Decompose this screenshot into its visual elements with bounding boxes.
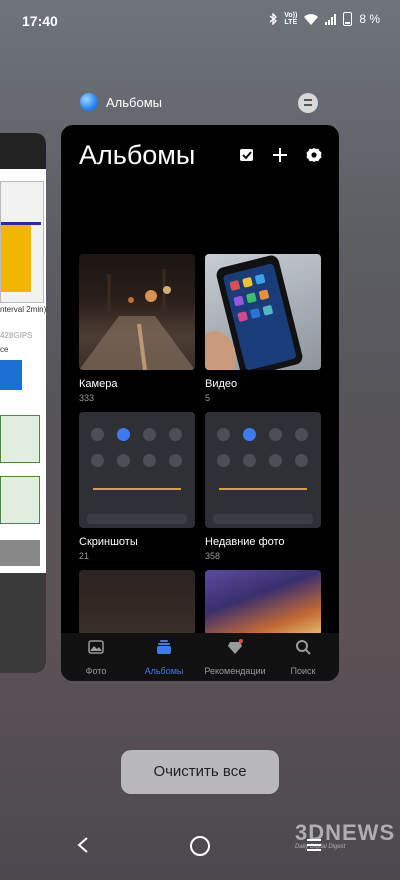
album-item-partial[interactable] bbox=[205, 570, 321, 636]
album-thumbnail bbox=[79, 412, 195, 528]
albums-icon bbox=[157, 640, 171, 654]
video-thumb-art bbox=[205, 255, 303, 370]
home-icon[interactable] bbox=[190, 836, 210, 856]
album-name: Недавние фото bbox=[205, 536, 285, 548]
background-app-graph bbox=[0, 476, 40, 524]
background-app-text: 428GIPS bbox=[0, 331, 33, 340]
add-icon[interactable] bbox=[272, 147, 288, 163]
album-item-recent[interactable]: Недавние фото 358 bbox=[205, 412, 321, 561]
background-app-block bbox=[0, 540, 40, 566]
battery-percent: 8 % bbox=[359, 12, 380, 26]
album-count: 333 bbox=[79, 393, 95, 403]
camera-thumb-art bbox=[79, 269, 195, 370]
background-app-text: ce bbox=[0, 345, 9, 354]
background-app-text: nterval 2min) bbox=[0, 305, 46, 314]
background-app-chart bbox=[0, 181, 44, 303]
settings-icon[interactable] bbox=[306, 147, 322, 163]
page-title: Альбомы bbox=[79, 140, 196, 170]
album-item-screenshots[interactable]: Скриншоты 21 bbox=[79, 412, 195, 561]
album-name: Видео bbox=[205, 378, 238, 390]
nav-item-photos[interactable]: Фото bbox=[61, 639, 131, 676]
background-app-header bbox=[0, 133, 46, 169]
recent-app-label[interactable]: Альбомы bbox=[80, 93, 162, 111]
album-item-video[interactable]: Видео 5 bbox=[205, 254, 321, 403]
album-thumbnail bbox=[205, 412, 321, 528]
recents-icon[interactable] bbox=[306, 838, 322, 852]
album-thumbnail bbox=[79, 570, 195, 636]
battery-icon bbox=[343, 12, 353, 26]
nav-item-recommendations[interactable]: Рекомендации bbox=[200, 638, 270, 676]
bluetooth-icon bbox=[269, 13, 278, 25]
background-app-card[interactable]: nterval 2min) 428GIPS ce bbox=[0, 133, 46, 673]
album-name: Скриншоты bbox=[79, 536, 138, 548]
app-menu-button[interactable] bbox=[298, 93, 318, 113]
album-count: 358 bbox=[205, 551, 221, 561]
background-app-block bbox=[0, 573, 46, 673]
background-app-graph bbox=[0, 415, 40, 463]
select-icon[interactable] bbox=[239, 147, 255, 163]
system-nav-bar bbox=[0, 820, 400, 880]
recent-app-name: Альбомы bbox=[106, 94, 162, 110]
recommendations-icon bbox=[228, 638, 244, 654]
album-thumbnail bbox=[205, 254, 321, 370]
photo-icon bbox=[88, 640, 104, 654]
back-icon[interactable] bbox=[76, 836, 90, 854]
album-thumbnail bbox=[205, 570, 321, 636]
wifi-icon bbox=[304, 13, 319, 25]
album-name: Камера bbox=[79, 378, 118, 390]
bottom-nav: Фото Альбомы Рекомендации Поиск bbox=[61, 633, 339, 681]
volte-icon: Vo)) LTE bbox=[284, 12, 298, 26]
status-icons: Vo)) LTE 8 % bbox=[269, 12, 380, 26]
albums-app-card[interactable]: Альбомы Камера 333 Видео 5 Скриншоты 21 … bbox=[61, 125, 339, 681]
albums-app-icon bbox=[80, 93, 98, 111]
album-item-partial[interactable] bbox=[79, 570, 195, 636]
album-thumbnail bbox=[79, 254, 195, 370]
signal-icon bbox=[325, 13, 337, 25]
album-count: 21 bbox=[79, 551, 90, 561]
search-icon bbox=[296, 640, 311, 655]
album-count: 5 bbox=[205, 393, 211, 403]
album-item-camera[interactable]: Камера 333 bbox=[79, 254, 195, 403]
status-time: 17:40 bbox=[22, 13, 58, 29]
nav-item-albums[interactable]: Альбомы bbox=[129, 639, 199, 676]
nav-item-search[interactable]: Поиск bbox=[268, 639, 338, 676]
clear-all-button[interactable]: Очистить все bbox=[121, 750, 279, 794]
background-app-ad bbox=[0, 360, 22, 390]
status-bar: 17:40 Vo)) LTE 8 % bbox=[0, 0, 400, 40]
